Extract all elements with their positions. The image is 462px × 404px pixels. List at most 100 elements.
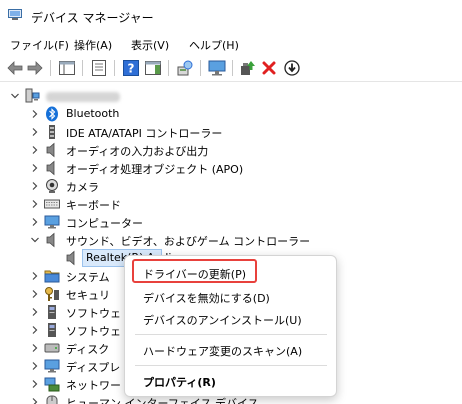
svg-text:?: ? [128,62,135,76]
network-icon [44,377,60,392]
annotation-highlight-box [132,259,257,283]
tree-item-apo[interactable]: オーディオ処理オブジェクト (APO) [0,159,462,177]
menu-view[interactable]: 表示(V) [131,37,169,53]
help-toolbar-button[interactable]: ? [122,59,140,77]
tree-root-computer[interactable] [0,87,462,105]
chevron-right-icon[interactable] [30,379,40,389]
toolbar-separator [200,60,201,76]
forward-button[interactable] [26,59,44,77]
menu-item-label: プロパティ(R) [143,376,216,389]
tree-item-label: オーディオの入力および出力 [66,145,209,158]
chevron-right-icon[interactable] [30,343,40,353]
monitor-icon [208,60,226,76]
redacted-computer-name [46,92,120,102]
scan-toolbar-button[interactable] [176,59,194,77]
chevron-right-icon[interactable] [30,325,40,335]
chevron-right-icon[interactable] [30,397,40,404]
speaker-icon [46,160,55,176]
disable-toolbar-button[interactable] [283,59,301,77]
tree-item-label: ソフトウェ [66,325,121,338]
menu-item-label: ハードウェア変更のスキャン(A) [143,345,303,358]
toolbar: ? [0,54,462,82]
tree-item-label: オーディオ処理オブジェクト (APO) [66,163,244,176]
chevron-right-icon[interactable] [30,127,40,137]
tree-item-ide-ata-atapi[interactable]: IDE ATA/ATAPI コントローラー [0,123,462,141]
menu-item-label: デバイスを無効にする(D) [143,292,270,305]
folder-icon [44,270,60,283]
menu-item-disable-device[interactable]: デバイスを無効にする(D) [125,286,336,308]
arrow-right-icon [27,61,43,75]
tree-item-keyboard[interactable]: キーボード [0,195,462,213]
menu-bar: ファイル(F) 操作(A) 表示(V) ヘルプ(H) [0,32,462,54]
toolbar-separator [232,60,233,76]
window-title: デバイス マネージャー [31,11,154,25]
disk-icon [44,343,60,353]
tree-item-label: セキュリ [66,289,110,302]
tree-item-label: カメラ [66,181,99,194]
chevron-down-icon[interactable] [10,91,20,101]
chevron-right-icon[interactable] [30,217,40,227]
chevron-right-icon[interactable] [30,361,40,371]
menu-item-properties[interactable]: プロパティ(R) [125,370,336,392]
camera-icon [46,179,58,193]
hid-icon [46,395,58,404]
action-pane-toolbar-button[interactable] [144,59,162,77]
menu-separator [135,334,327,335]
monitor-icon [44,215,60,229]
chevron-right-icon[interactable] [30,199,40,209]
menu-item-uninstall-device[interactable]: デバイスのアンインストール(U) [125,308,336,330]
toolbar-separator [82,60,83,76]
speaker-icon [46,232,55,248]
action-pane-icon [145,61,161,75]
chevron-right-icon[interactable] [30,289,40,299]
show-hide-console-tree-button[interactable] [58,59,76,77]
properties-toolbar-button[interactable] [90,59,108,77]
monitor-toolbar-button[interactable] [208,59,226,77]
console-tree-icon [59,61,75,75]
tree-item-label: システム [66,271,110,284]
tree-item-label: サウンド、ビデオ、およびゲーム コントローラー [66,235,311,248]
tree-item-label: ディスク [66,343,110,356]
speaker-icon [66,250,75,266]
toolbar-separator [168,60,169,76]
chevron-right-icon[interactable] [30,109,40,119]
toolbar-separator [50,60,51,76]
scan-hardware-icon [177,60,193,76]
arrow-left-icon [7,61,23,75]
display-adapter-icon [44,359,60,373]
title-bar: デバイス マネージャー [0,0,462,32]
update-driver-toolbar-button[interactable] [238,59,256,77]
tree-item-label: コンピューター [66,217,143,230]
menu-action[interactable]: 操作(A) [74,37,112,53]
tree-item-label: ネットワー [66,379,121,392]
software-device-icon [48,305,56,319]
keyboard-icon [44,199,60,209]
chevron-right-icon[interactable] [30,163,40,173]
tree-item-camera[interactable]: カメラ [0,177,462,195]
update-driver-icon [241,61,255,75]
tree-item-label: ソフトウェ [66,307,121,320]
tree-item-audio-io[interactable]: オーディオの入力および出力 [0,141,462,159]
chevron-right-icon[interactable] [30,145,40,155]
chevron-right-icon[interactable] [30,271,40,281]
security-key-icon [45,287,59,301]
menu-file[interactable]: ファイル(F) [10,37,69,53]
tree-item-sound-video-game[interactable]: サウンド、ビデオ、およびゲーム コントローラー [0,231,462,249]
menu-separator [135,365,327,366]
download-arrow-circle-icon [284,60,300,76]
ide-controller-icon [49,125,55,139]
uninstall-toolbar-button[interactable] [260,59,278,77]
software-component-icon [48,323,56,337]
speaker-icon [46,142,55,158]
tree-item-computer[interactable]: コンピューター [0,213,462,231]
tree-item-label: Bluetooth [66,107,120,120]
chevron-right-icon[interactable] [30,307,40,317]
menu-item-scan-hardware[interactable]: ハードウェア変更のスキャン(A) [125,339,336,361]
tree-item-bluetooth[interactable]: Bluetooth [0,105,462,123]
chevron-right-icon[interactable] [30,181,40,191]
chevron-down-icon[interactable] [30,235,40,245]
back-button[interactable] [6,59,24,77]
menu-help[interactable]: ヘルプ(H) [189,37,239,53]
tree-item-label: キーボード [66,199,121,212]
menu-item-label: デバイスのアンインストール(U) [143,314,302,327]
